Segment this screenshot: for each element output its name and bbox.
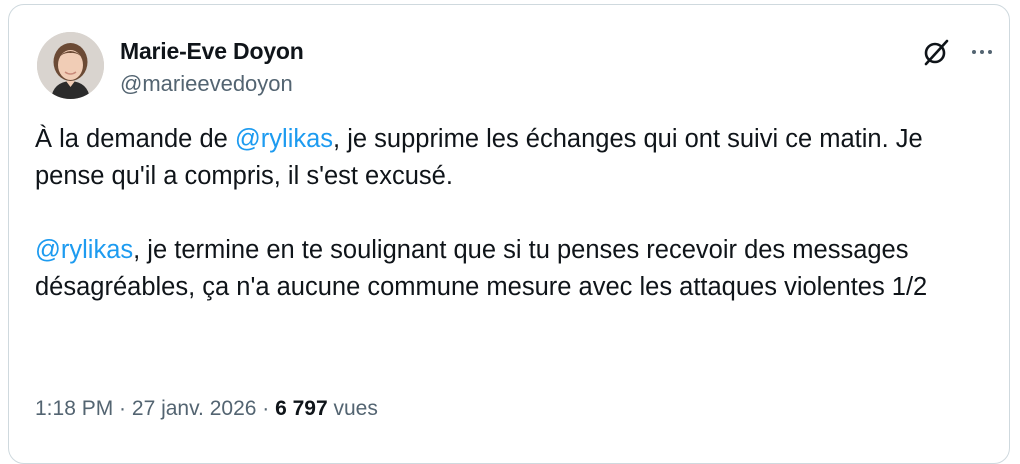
meta-separator: ·	[113, 397, 132, 420]
tweet-date[interactable]: 27 janv. 2026	[132, 397, 257, 420]
more-dot	[988, 50, 992, 54]
views-count[interactable]: 6 797	[275, 397, 328, 420]
more-dot	[972, 50, 976, 54]
avatar[interactable]	[37, 32, 104, 99]
tweet-time[interactable]: 1:18 PM	[35, 397, 113, 420]
tweet-paragraph-1: À la demande de @rylikas, je supprime le…	[35, 121, 985, 195]
more-dot	[980, 50, 984, 54]
grok-icon[interactable]	[921, 37, 951, 67]
mention-link[interactable]: @rylikas	[35, 236, 133, 264]
more-options-icon[interactable]	[965, 37, 999, 67]
views-label: vues	[327, 397, 378, 420]
tweet-paragraph-2: @rylikas, je termine en te soulignant qu…	[35, 232, 985, 306]
paragraph-text: , je termine en te soulignant que si tu …	[35, 236, 928, 301]
author-handle[interactable]: @marieevedoyon	[120, 71, 293, 97]
tweet-text: À la demande de @rylikas, je supprime le…	[35, 121, 985, 306]
tweet-meta: 1:18 PM · 27 janv. 2026 · 6 797 vues	[35, 397, 378, 421]
mention-link[interactable]: @rylikas	[235, 125, 333, 153]
author-name[interactable]: Marie-Eve Doyon	[120, 38, 304, 65]
tweet-card: Marie-Eve Doyon @marieevedoyon À la dema…	[8, 4, 1010, 464]
paragraph-text: À la demande de	[35, 125, 235, 153]
avatar-image	[37, 32, 104, 99]
meta-separator: ·	[256, 397, 276, 420]
